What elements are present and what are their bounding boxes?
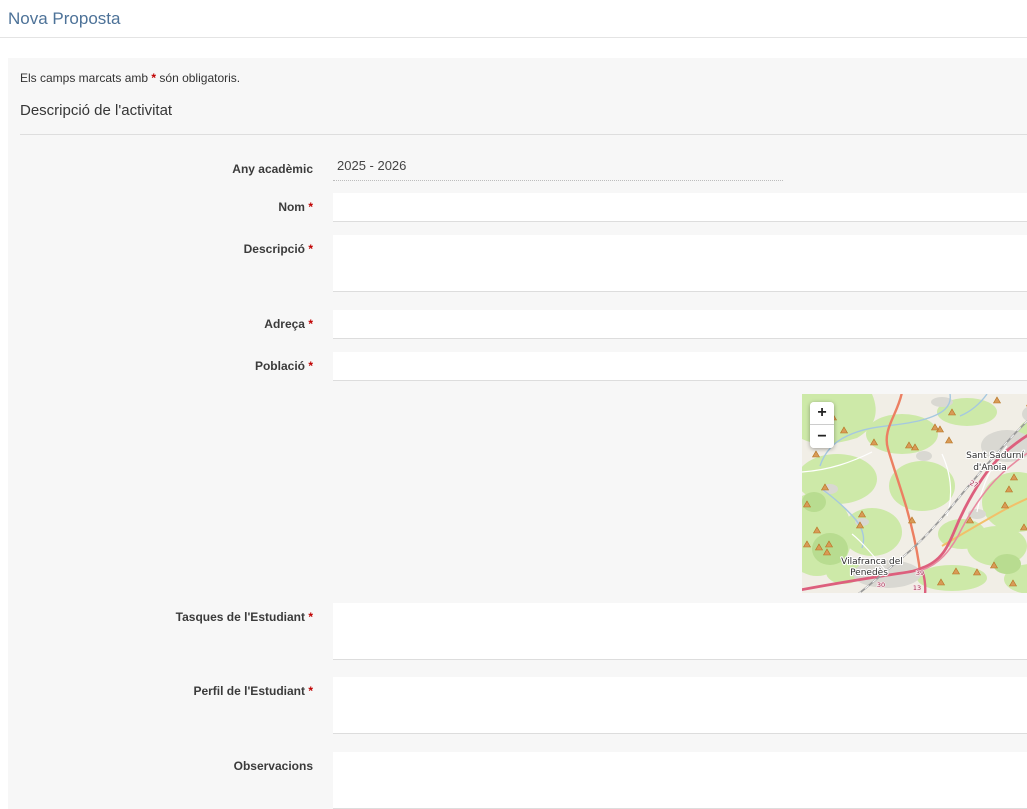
form-row-description: Descripció *: [8, 235, 1027, 292]
form-row-town: Població *: [8, 352, 1027, 381]
town-label-line: Sant Sadurní: [966, 451, 1024, 461]
title-divider: [0, 37, 1027, 38]
map-label-spacer: [8, 394, 333, 593]
form-row-name: Nom *: [8, 193, 1027, 222]
required-asterisk: *: [308, 684, 313, 698]
student-tasks-textarea[interactable]: [333, 603, 1027, 660]
academic-year-label: Any acadèmic: [8, 155, 333, 181]
map-zoom-control: + −: [810, 402, 834, 448]
required-asterisk: *: [308, 200, 313, 214]
town-label-line: d'Anoia: [973, 463, 1007, 473]
required-asterisk: *: [308, 610, 313, 624]
map-tiles: Sant Sadurní d'Anoia Vilafranca del Pene…: [802, 394, 1027, 593]
address-label: Adreça *: [8, 310, 333, 339]
address-input[interactable]: [333, 310, 1027, 339]
location-map[interactable]: Sant Sadurní d'Anoia Vilafranca del Pene…: [802, 394, 1027, 593]
form-row-academic-year: Any acadèmic 2025 - 2026: [8, 155, 1027, 181]
academic-year-value: 2025 - 2026: [333, 155, 783, 181]
description-textarea[interactable]: [333, 235, 1027, 292]
observations-label: Observacions: [8, 752, 333, 809]
required-asterisk: *: [308, 359, 313, 373]
name-input[interactable]: [333, 193, 1027, 222]
form-row-student-profile: Perfil de l'Estudiant *: [8, 677, 1027, 734]
description-label: Descripció *: [8, 235, 333, 292]
form-row-student-tasks: Tasques de l'Estudiant *: [8, 603, 1027, 660]
town-label-line: Penedès: [850, 567, 888, 578]
required-asterisk: *: [308, 242, 313, 256]
map-zoom-in-button[interactable]: +: [810, 402, 834, 425]
road-ref: 39: [916, 569, 924, 577]
map-zoom-out-button[interactable]: −: [810, 425, 834, 448]
observations-textarea[interactable]: [333, 752, 1027, 809]
form-panel: Els camps marcats amb * són obligatoris.…: [8, 58, 1027, 809]
note-suffix: són obligatoris.: [159, 71, 240, 85]
note-prefix: Els camps marcats amb: [20, 71, 148, 85]
page-title: Nova Proposta: [0, 0, 1027, 37]
proposal-form: Any acadèmic 2025 - 2026 Nom * Descripci…: [8, 155, 1027, 809]
required-asterisk: *: [151, 71, 156, 85]
required-asterisk: *: [308, 317, 313, 331]
name-label: Nom *: [8, 193, 333, 222]
required-fields-note: Els camps marcats amb * són obligatoris.: [20, 71, 1027, 85]
town-label-line: Vilafranca del: [841, 557, 903, 567]
section-title-activity-description: Descripció de l'activitat: [20, 102, 1027, 135]
form-row-map: Sant Sadurní d'Anoia Vilafranca del Pene…: [8, 394, 1027, 593]
road-ref: 13: [913, 584, 921, 592]
student-profile-textarea[interactable]: [333, 677, 1027, 734]
road-ref: 30: [877, 581, 885, 589]
town-label: Població *: [8, 352, 333, 381]
form-row-address: Adreça *: [8, 310, 1027, 339]
town-input[interactable]: [333, 352, 1027, 381]
form-row-observations: Observacions: [8, 752, 1027, 809]
student-profile-label: Perfil de l'Estudiant *: [8, 677, 333, 734]
student-tasks-label: Tasques de l'Estudiant *: [8, 603, 333, 660]
